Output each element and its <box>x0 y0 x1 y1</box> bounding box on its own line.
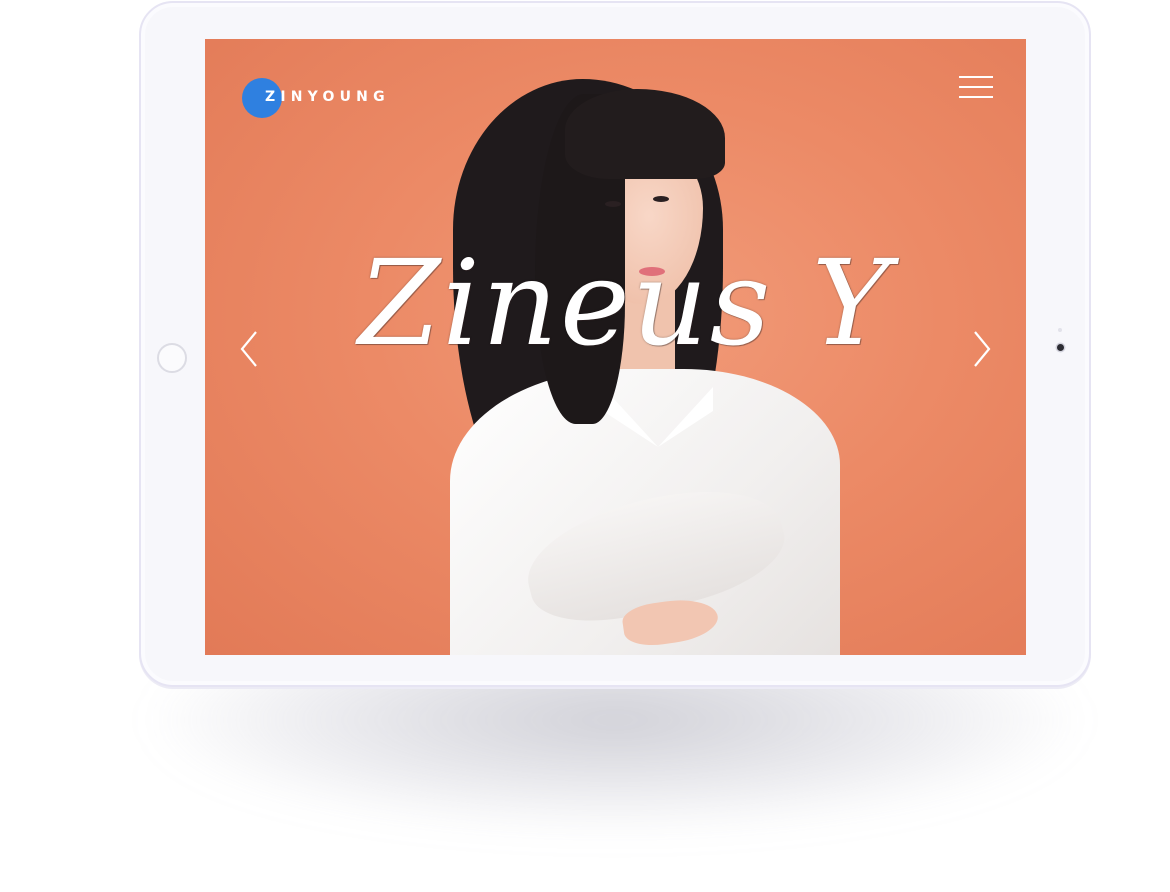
home-button[interactable] <box>157 343 187 373</box>
hair-top-shape <box>565 89 725 179</box>
logo-text: ZINYOUNG <box>265 89 390 105</box>
camera-icon <box>1057 344 1064 351</box>
hamburger-icon[interactable] <box>959 76 993 100</box>
chevron-left-icon[interactable] <box>238 329 262 369</box>
mockup-stage: ZINYOUNG Zineus Y <box>0 0 1170 892</box>
sensor-dot <box>1058 328 1062 332</box>
eye-left <box>605 201 621 207</box>
hero-title: Zineus Y <box>358 234 892 372</box>
chevron-right-icon[interactable] <box>969 329 993 369</box>
menu-line <box>959 76 993 78</box>
eye-right <box>653 196 669 202</box>
menu-line <box>959 96 993 98</box>
menu-line <box>959 86 993 88</box>
site-logo[interactable]: ZINYOUNG <box>242 78 385 118</box>
website-screen: ZINYOUNG Zineus Y <box>205 39 1026 655</box>
